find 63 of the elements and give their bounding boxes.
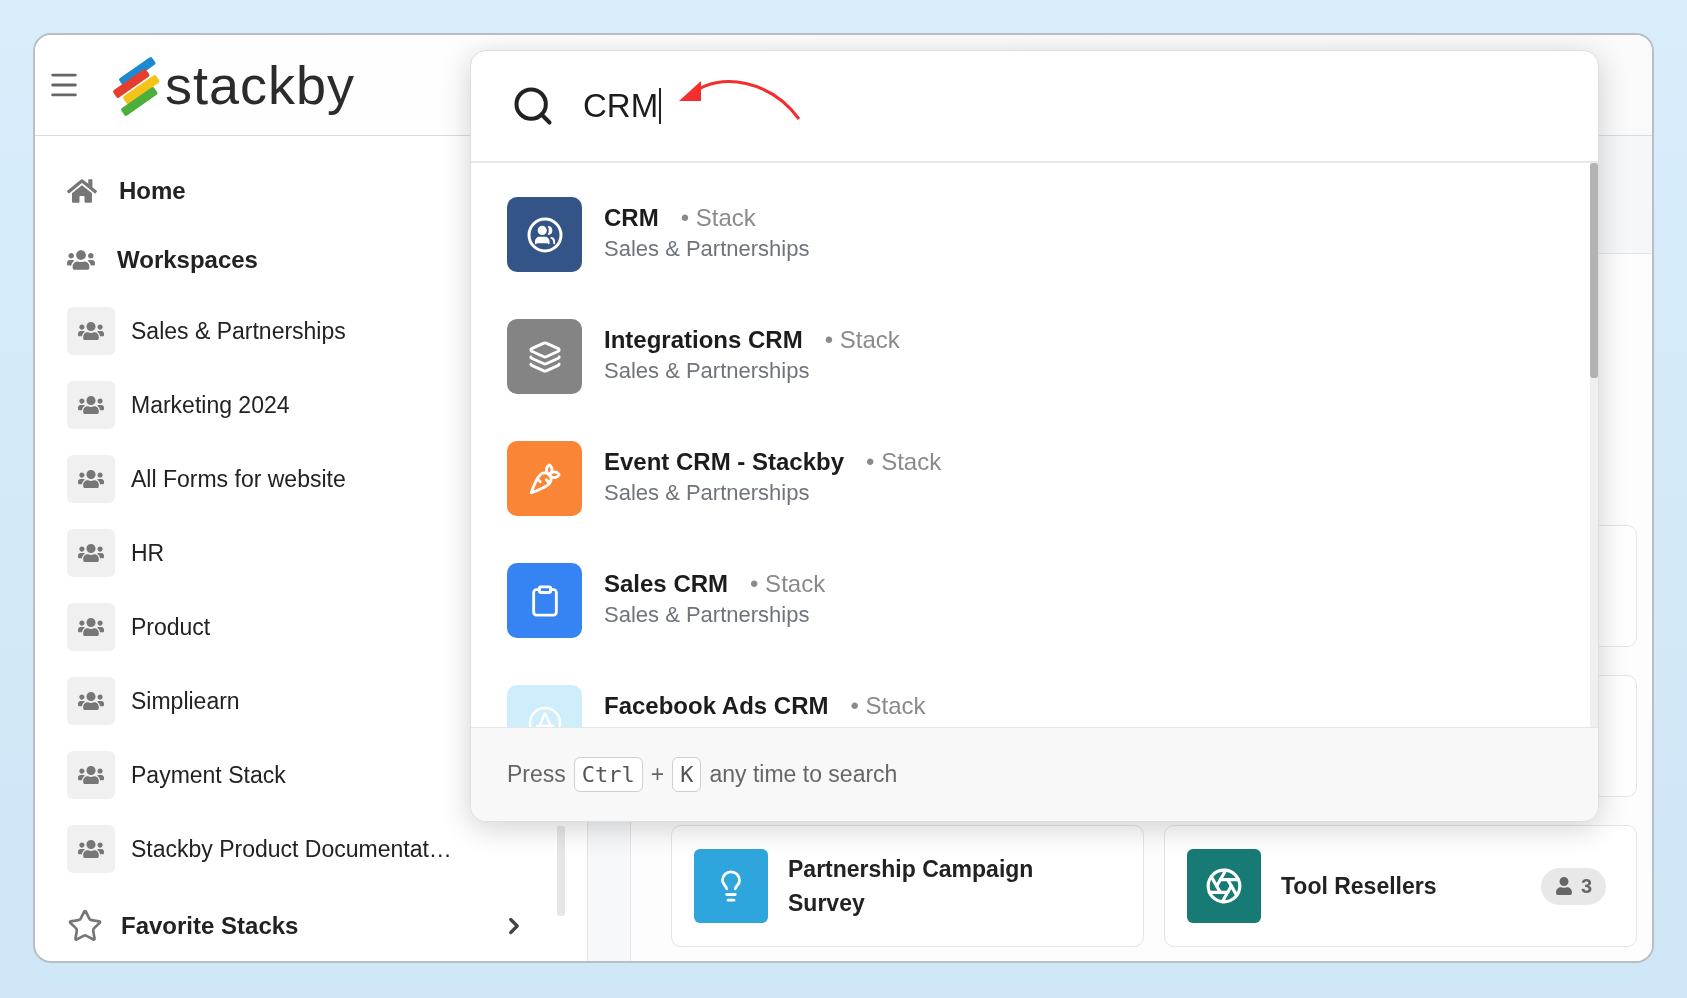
result-workspace: Sales & Partnerships xyxy=(604,358,811,384)
member-count: 3 xyxy=(1540,867,1606,905)
key-label: Ctrl xyxy=(573,757,643,792)
sidebar-label: Home xyxy=(119,176,186,205)
result-workspace: Sales & Partnerships xyxy=(604,236,810,262)
scrollbar[interactable] xyxy=(557,826,565,916)
star-icon xyxy=(67,908,103,944)
scrollbar-thumb[interactable] xyxy=(1590,163,1598,378)
sidebar-label: Simpliearn xyxy=(131,687,240,715)
sidebar-item[interactable]: Workspaces xyxy=(67,225,258,294)
result-title: Integrations CRM xyxy=(604,326,803,354)
result-title: Sales CRM xyxy=(604,570,729,598)
people-icon xyxy=(525,215,564,254)
sidebar-label: Sales & Partnerships xyxy=(131,317,346,345)
favorite-stacks-item[interactable]: Favorite Stacks xyxy=(35,891,587,961)
sidebar-label: Workspaces xyxy=(117,245,258,274)
sidebar-item[interactable]: All Forms for website xyxy=(67,442,346,516)
result-title: Event CRM - Stackby xyxy=(604,448,845,476)
stack-title: Tool Resellers xyxy=(1281,872,1438,901)
search-result[interactable]: CRM • Stack Sales & Partnerships xyxy=(507,197,810,272)
result-workspace: Sales & Partnerships xyxy=(604,480,811,506)
sidebar-item[interactable]: Product xyxy=(67,590,211,664)
key-label: K xyxy=(672,757,702,792)
layers-icon xyxy=(527,339,562,374)
sidebar-label: Marketing 2024 xyxy=(131,391,290,419)
sidebar-label: All Forms for website xyxy=(131,465,346,493)
hint-text: Press xyxy=(507,761,566,788)
person-icon xyxy=(1554,877,1573,895)
sidebar-item[interactable]: Marketing 2024 xyxy=(67,368,290,442)
result-workspace: Sales & Partnerships xyxy=(604,602,811,628)
search-result[interactable]: Facebook Ads CRM • Stack xyxy=(507,685,926,727)
stack-card[interactable]: Tool Resellers 3 xyxy=(1164,825,1637,947)
aperture-icon xyxy=(1205,867,1243,905)
result-type: • Stack xyxy=(850,692,926,720)
search-result[interactable]: Integrations CRM • Stack Sales & Partnerships xyxy=(507,319,900,394)
sidebar-item[interactable]: HR xyxy=(67,516,165,590)
result-title: CRM xyxy=(604,204,659,232)
sidebar-label: Payment Stack xyxy=(131,761,286,789)
sidebar-item[interactable]: Payment Stack xyxy=(67,738,286,812)
search-field[interactable]: CRM xyxy=(583,87,663,125)
stack-card[interactable]: Partnership Campaign Survey xyxy=(671,825,1144,947)
stack-title: Partnership Campaign Survey xyxy=(788,855,1035,918)
plus-sign: + xyxy=(650,761,665,788)
favorites-label: Favorite Stacks xyxy=(121,912,300,940)
sidebar-item[interactable]: Simpliearn xyxy=(67,664,240,738)
result-type: • Stack xyxy=(750,570,826,598)
sidebar-label: HR xyxy=(131,539,165,567)
search-result[interactable]: Event CRM - Stackby • Stack Sales & Partnerships xyxy=(507,441,942,516)
sidebar-label: Stackby Product Documentat… xyxy=(131,835,452,863)
result-title: Facebook Ads CRM xyxy=(604,692,829,720)
text-cursor xyxy=(659,88,661,124)
sidebar-item[interactable]: Sales & Partnerships xyxy=(67,294,346,368)
sidebar-item[interactable]: Stackby Product Documentat… xyxy=(67,812,452,886)
result-type: • Stack xyxy=(824,326,900,354)
logo-text: stackby xyxy=(165,54,356,116)
search-result[interactable]: Sales CRM • Stack Sales & Partnerships xyxy=(507,563,826,638)
result-type: • Stack xyxy=(866,448,942,476)
carrot-icon xyxy=(527,461,562,496)
result-type: • Stack xyxy=(680,204,756,232)
hint-text: any time to search xyxy=(709,761,898,788)
search-icon xyxy=(511,84,555,128)
sidebar-label: Product xyxy=(131,613,211,641)
sidebar-item[interactable]: Home xyxy=(67,156,186,225)
